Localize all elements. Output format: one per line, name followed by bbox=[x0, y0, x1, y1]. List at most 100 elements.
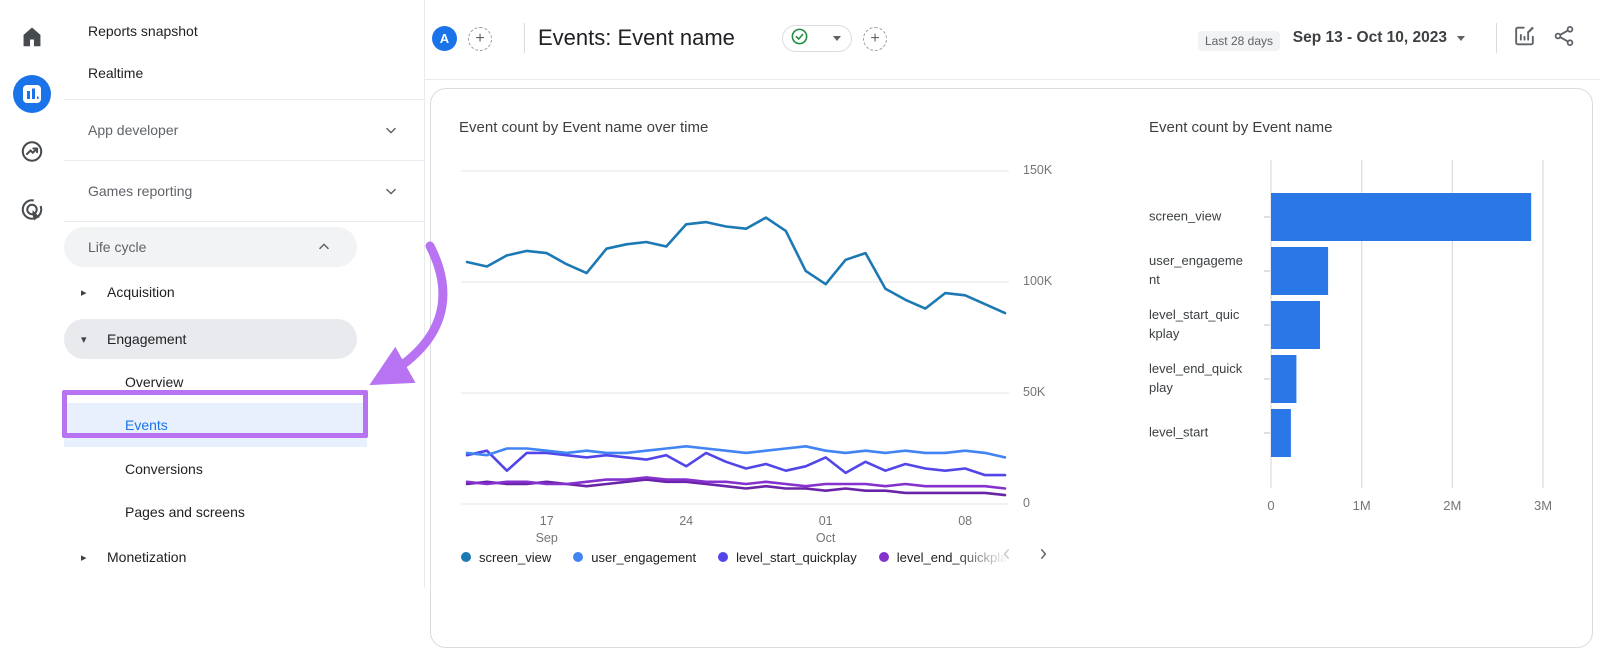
line-series-screen_view bbox=[467, 218, 1005, 314]
add-metric-button[interactable]: + bbox=[863, 27, 887, 51]
advertising-icon bbox=[19, 196, 46, 223]
sidebar-divider bbox=[64, 221, 424, 222]
dropdown-triangle-icon bbox=[1457, 36, 1465, 41]
share-icon bbox=[1552, 24, 1576, 53]
legend-dot bbox=[461, 552, 471, 562]
sidebar-item-engagement[interactable]: ▾ Engagement bbox=[64, 319, 357, 359]
y-tick-label: 100K bbox=[1023, 274, 1073, 288]
bar-category-label: level_start_quickplay bbox=[1149, 306, 1245, 344]
x-tick-label: 17Sep bbox=[525, 513, 569, 547]
advertising-nav-button[interactable] bbox=[19, 196, 46, 223]
page-title: Events: Event name bbox=[538, 25, 735, 51]
sidebar-item-label: Monetization bbox=[107, 549, 186, 565]
line-series-level_start_quickplay bbox=[467, 451, 1005, 475]
reports-nav-button[interactable] bbox=[13, 75, 51, 113]
report-header: A + Events: Event name + Last 28 days Se… bbox=[425, 0, 1600, 80]
legend-dot bbox=[718, 552, 728, 562]
sidebar-item-label: Games reporting bbox=[88, 183, 192, 199]
x-tick-label: 08 bbox=[943, 513, 987, 530]
bar-x-tick-label: 0 bbox=[1267, 498, 1274, 513]
triangle-down-icon: ▾ bbox=[81, 333, 95, 346]
legend-item-level_end_quickplay[interactable]: level_end_quickplay bbox=[879, 550, 1006, 565]
legend-label: screen_view bbox=[479, 550, 551, 565]
sidebar-item-overview[interactable]: Overview bbox=[64, 361, 424, 403]
line-chart-svg bbox=[461, 163, 1011, 515]
home-nav-button[interactable] bbox=[19, 24, 45, 50]
sidebar-item-pages-and-screens[interactable]: Pages and screens bbox=[64, 490, 424, 533]
bar-level_start_quickplay bbox=[1271, 301, 1320, 349]
bar-x-tick-label: 3M bbox=[1534, 498, 1552, 513]
sidebar-item-label: Pages and screens bbox=[125, 504, 245, 520]
explore-icon bbox=[19, 138, 46, 165]
sidebar-item-label: App developer bbox=[88, 122, 178, 138]
x-tick-label: 01Oct bbox=[804, 513, 848, 547]
avatar[interactable]: A bbox=[432, 26, 457, 51]
bar-user_engagement bbox=[1271, 247, 1328, 295]
x-tick-label: 24 bbox=[664, 513, 708, 530]
bar-category-label: level_end_quickplay bbox=[1149, 360, 1245, 398]
legend-dot bbox=[879, 552, 889, 562]
customize-report-button[interactable] bbox=[1510, 24, 1538, 52]
legend-item-user_engagement[interactable]: user_engagement bbox=[573, 550, 696, 565]
bar-category-label: level_start bbox=[1149, 424, 1245, 443]
sidebar-item-label: Acquisition bbox=[107, 284, 175, 300]
sidebar-item-label: Events bbox=[125, 417, 168, 433]
legend-next-button[interactable] bbox=[1032, 541, 1054, 567]
sidebar-item-monetization[interactable]: ▸ Monetization bbox=[64, 535, 424, 579]
date-range-text: Sep 13 - Oct 10, 2023 bbox=[1293, 29, 1447, 47]
line-chart-legend: screen_view user_engagement level_start_qu… bbox=[461, 544, 1006, 570]
legend-pager bbox=[996, 541, 1054, 567]
plus-icon: + bbox=[870, 30, 879, 48]
sidebar-item-label: Engagement bbox=[107, 331, 186, 347]
date-preset-label: Last 28 days bbox=[1198, 31, 1280, 51]
chevron-up-icon bbox=[315, 238, 333, 256]
sidebar-item-realtime[interactable]: Realtime bbox=[64, 52, 424, 94]
sidebar-item-label: Life cycle bbox=[88, 239, 146, 255]
check-circle-icon bbox=[790, 27, 809, 51]
sidebar-item-events[interactable]: Events bbox=[64, 403, 367, 447]
y-tick-label: 0 bbox=[1023, 496, 1073, 510]
legend-dot bbox=[573, 552, 583, 562]
bar-level_end_quickplay bbox=[1271, 355, 1296, 403]
legend-label: level_start_quickplay bbox=[736, 550, 857, 565]
add-comparison-button[interactable]: + bbox=[468, 27, 492, 51]
plus-icon: + bbox=[475, 30, 484, 48]
sidebar-item-acquisition[interactable]: ▸ Acquisition bbox=[64, 269, 424, 315]
legend-label: level_end_quickplay bbox=[897, 550, 1006, 565]
sidebar-item-reports-snapshot[interactable]: Reports snapshot bbox=[64, 10, 424, 52]
bar-category-label: screen_view bbox=[1149, 208, 1245, 227]
sidebar-divider bbox=[64, 99, 424, 100]
header-divider bbox=[1496, 23, 1497, 53]
customize-report-icon bbox=[1512, 23, 1537, 53]
legend-prev-button[interactable] bbox=[996, 541, 1018, 567]
reports-icon bbox=[22, 84, 42, 104]
triangle-right-icon: ▸ bbox=[81, 551, 95, 564]
bar-x-tick-label: 1M bbox=[1353, 498, 1371, 513]
bar-screen_view bbox=[1271, 193, 1531, 241]
sidebar-item-label: Conversions bbox=[125, 461, 203, 477]
line-series-user_engagement bbox=[467, 446, 1005, 457]
y-tick-label: 50K bbox=[1023, 385, 1073, 399]
bar-chart-title: Event count by Event name bbox=[1149, 119, 1332, 136]
legend-item-level_start_quickplay[interactable]: level_start_quickplay bbox=[718, 550, 857, 565]
date-range-selector[interactable]: Sep 13 - Oct 10, 2023 bbox=[1293, 29, 1465, 47]
share-button[interactable] bbox=[1550, 24, 1578, 52]
legend-item-screen_view[interactable]: screen_view bbox=[461, 550, 551, 565]
data-quality-badge[interactable] bbox=[782, 25, 852, 52]
y-tick-label: 150K bbox=[1023, 163, 1073, 177]
bar-category-label: user_engagement bbox=[1149, 252, 1245, 290]
sidebar-item-life-cycle[interactable]: Life cycle bbox=[64, 227, 357, 267]
sidebar-item-app-developer[interactable]: App developer bbox=[64, 105, 424, 155]
sidebar-item-label: Overview bbox=[125, 374, 183, 390]
chevron-down-icon bbox=[382, 121, 400, 139]
header-divider bbox=[524, 23, 525, 53]
chevron-down-icon bbox=[382, 182, 400, 200]
report-card: Event count by Event name over time 150K… bbox=[430, 88, 1593, 648]
dropdown-triangle-icon bbox=[833, 36, 841, 41]
sidebar-item-label: Realtime bbox=[88, 65, 143, 81]
sidebar-item-games-reporting[interactable]: Games reporting bbox=[64, 166, 424, 216]
sidebar-item-conversions[interactable]: Conversions bbox=[64, 447, 424, 490]
explore-nav-button[interactable] bbox=[19, 138, 46, 165]
triangle-right-icon: ▸ bbox=[81, 286, 95, 299]
left-icon-rail bbox=[0, 0, 65, 588]
